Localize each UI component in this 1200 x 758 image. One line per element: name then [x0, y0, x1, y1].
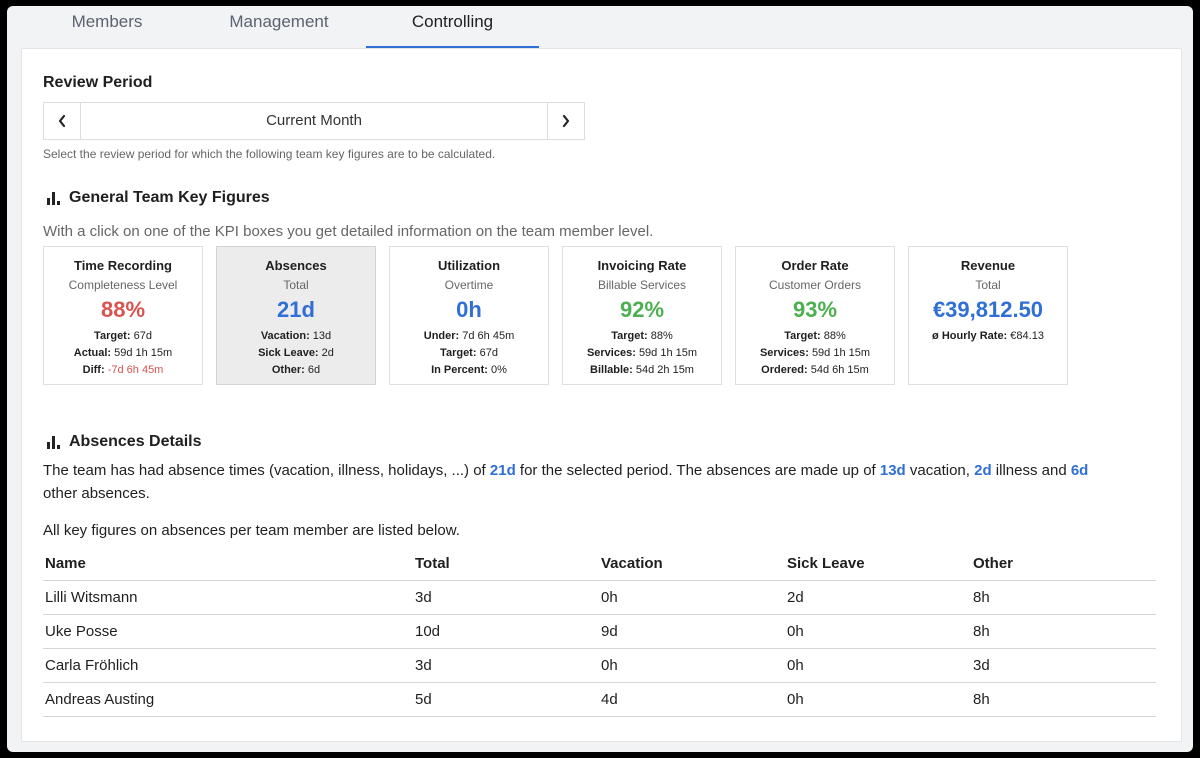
absences-details-title: Absences Details — [69, 433, 202, 450]
table-row: Lilli Witsmann 3d 0h 2d 8h — [43, 580, 1156, 615]
kpi-value: 93% — [792, 297, 838, 322]
cell-vacation: 9d — [599, 614, 785, 649]
kpi-title: Order Rate — [781, 258, 849, 273]
cell-vacation: 0h — [599, 580, 785, 615]
cell-total: 5d — [413, 682, 599, 717]
cell-sick-leave: 0h — [785, 682, 971, 717]
bar-chart-icon — [47, 435, 61, 449]
cell-total: 3d — [413, 648, 599, 683]
kpi-order-rate[interactable]: Order Rate Customer Orders 93% Target: 8… — [735, 246, 895, 385]
kpi-subtitle: Overtime — [444, 278, 494, 292]
cell-name: Andreas Austing — [43, 682, 413, 717]
column-header-vacation[interactable]: Vacation — [599, 547, 785, 581]
absences-table-intro: All key figures on absences per team mem… — [43, 522, 460, 539]
kpi-value: 88% — [100, 297, 146, 322]
kpi-title: Invoicing Rate — [597, 258, 687, 273]
general-kpi-title: General Team Key Figures — [69, 189, 270, 206]
cell-other: 8h — [971, 614, 1156, 649]
kpi-revenue[interactable]: Revenue Total €39,812.50 ø Hourly Rate: … — [908, 246, 1068, 385]
kpi-details: Target: 67d Actual: 59d 1h 15m Diff: -7d… — [73, 330, 173, 376]
kpi-details: Vacation: 13d Sick Leave: 2d Other: 6d — [258, 330, 334, 376]
chevron-right-icon — [562, 114, 570, 128]
table-row: Carla Fröhlich 3d 0h 0h 3d — [43, 648, 1156, 683]
review-period-hint: Select the review period for which the f… — [43, 147, 496, 161]
kpi-value: 0h — [456, 297, 482, 322]
cell-sick-leave: 0h — [785, 614, 971, 649]
cell-total: 10d — [413, 614, 599, 649]
cell-name: Lilli Witsmann — [43, 580, 413, 615]
general-kpi-heading: General Team Key Figures — [47, 189, 270, 207]
kpi-subtitle: Customer Orders — [768, 278, 862, 292]
cell-sick-leave: 0h — [785, 648, 971, 683]
kpi-details: Target: 88% Services: 59d 1h 15m Billabl… — [586, 330, 698, 376]
general-kpi-intro: With a click on one of the KPI boxes you… — [43, 223, 654, 240]
chevron-left-icon — [58, 114, 66, 128]
table-row: Uke Posse 10d 9d 0h 8h — [43, 614, 1156, 649]
kpi-details: Under: 7d 6h 45m Target: 67d In Percent:… — [423, 330, 515, 376]
kpi-utilization[interactable]: Utilization Overtime 0h Under: 7d 6h 45m… — [389, 246, 549, 385]
previous-period-button[interactable] — [44, 103, 81, 139]
kpi-subtitle: Completeness Level — [68, 278, 178, 292]
bar-chart-icon — [47, 191, 61, 205]
kpi-subtitle: Total — [975, 278, 1001, 292]
column-header-total[interactable]: Total — [413, 547, 599, 581]
cell-vacation: 0h — [599, 648, 785, 683]
cell-name: Uke Posse — [43, 614, 413, 649]
absences-summary: The team has had absence times (vacation… — [43, 462, 1089, 502]
table-row: Andreas Austing 5d 4d 0h 8h — [43, 682, 1156, 717]
cell-other: 8h — [971, 682, 1156, 717]
column-header-name[interactable]: Name — [43, 547, 413, 581]
cell-vacation: 4d — [599, 682, 785, 717]
tab-bar: Members Management Controlling — [7, 6, 1193, 48]
review-period-selector: Current Month — [43, 102, 585, 140]
next-period-button[interactable] — [547, 103, 584, 139]
kpi-invoicing-rate[interactable]: Invoicing Rate Billable Services 92% Tar… — [562, 246, 722, 385]
review-period-title: Review Period — [43, 74, 153, 91]
kpi-time-recording[interactable]: Time Recording Completeness Level 88% Ta… — [43, 246, 203, 385]
kpi-value: 92% — [619, 297, 665, 322]
kpi-subtitle: Total — [283, 278, 309, 292]
kpi-title: Utilization — [437, 258, 501, 273]
tab-management[interactable]: Management — [199, 6, 359, 48]
cell-sick-leave: 2d — [785, 580, 971, 615]
absences-details-heading: Absences Details — [47, 433, 202, 451]
kpi-subtitle: Billable Services — [597, 278, 687, 292]
controlling-panel: Review Period Current Month Select the r… — [21, 48, 1182, 742]
kpi-details: ø Hourly Rate: €84.13 — [932, 330, 1044, 342]
kpi-value: €39,812.50 — [932, 297, 1044, 322]
app-frame: Members Management Controlling Review Pe… — [7, 6, 1193, 752]
cell-total: 3d — [413, 580, 599, 615]
column-header-sick-leave[interactable]: Sick Leave — [785, 547, 971, 581]
kpi-title: Absences — [265, 258, 327, 273]
kpi-absences[interactable]: Absences Total 21d Vacation: 13d Sick Le… — [216, 246, 376, 385]
table-header-row: Name Total Vacation Sick Leave Other — [43, 547, 1156, 581]
cell-other: 8h — [971, 580, 1156, 615]
tab-controlling[interactable]: Controlling — [366, 6, 539, 48]
kpi-title: Revenue — [960, 258, 1016, 273]
absences-table: Name Total Vacation Sick Leave Other Lil… — [43, 547, 1156, 717]
review-period-value[interactable]: Current Month — [81, 103, 547, 139]
cell-other: 3d — [971, 648, 1156, 683]
column-header-other[interactable]: Other — [971, 547, 1156, 581]
kpi-details: Target: 88% Services: 59d 1h 15m Ordered… — [759, 330, 871, 376]
tab-members[interactable]: Members — [47, 6, 167, 48]
kpi-title: Time Recording — [73, 258, 172, 273]
cell-name: Carla Fröhlich — [43, 648, 413, 683]
kpi-value: 21d — [277, 297, 315, 322]
